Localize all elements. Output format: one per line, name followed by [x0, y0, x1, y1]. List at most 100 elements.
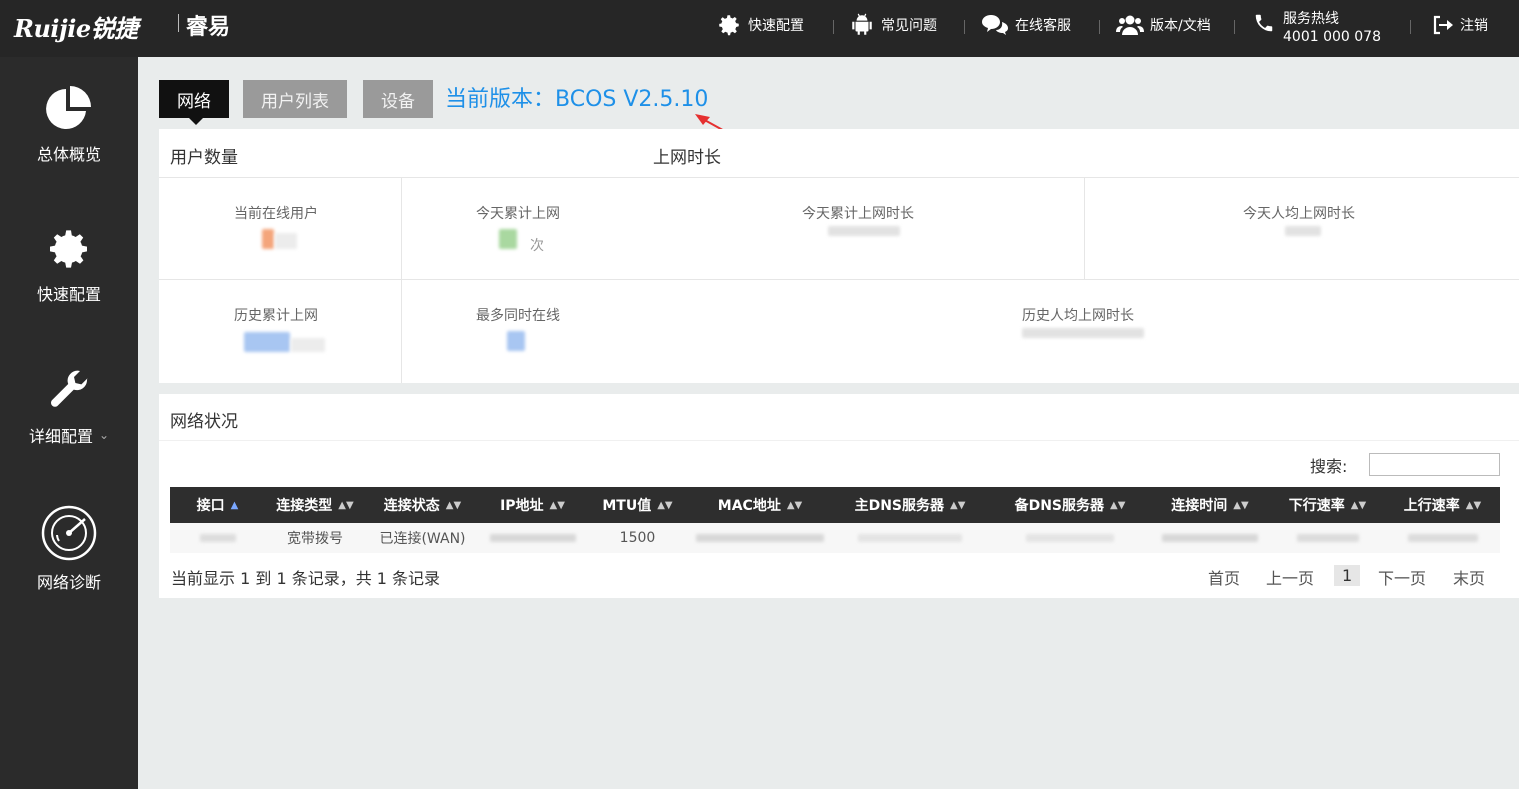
- sort-asc-icon: ▲: [230, 499, 239, 511]
- column-header-mtu[interactable]: MTU值 ▲▼: [585, 487, 690, 523]
- sidebar-item-detail-config[interactable]: 详细配置 ⌄: [0, 367, 138, 447]
- column-header-label: 连接时间: [1171, 498, 1228, 514]
- sort-icon: ▲▼: [549, 499, 565, 511]
- cell-interface: [170, 523, 265, 553]
- column-header-label: 备DNS服务器: [1014, 498, 1105, 514]
- logout-button[interactable]: 注销: [1430, 10, 1488, 40]
- gear-icon: [50, 230, 87, 268]
- column-header-label: 上行速率: [1403, 498, 1460, 514]
- nav-online-support[interactable]: 在线客服: [981, 10, 1071, 40]
- sidebar-item-overview[interactable]: 总体概览: [0, 85, 138, 165]
- stat-history-avg-label: 历史人均上网时长: [1022, 308, 1134, 324]
- pager-last[interactable]: 末页: [1453, 565, 1485, 589]
- sort-icon: ▲▼: [445, 499, 462, 511]
- hotline-number: 4001 000 078: [1283, 29, 1381, 45]
- network-status-title: 网络状况: [170, 412, 238, 432]
- sidebar-item-label: 网络诊断: [36, 573, 101, 592]
- current-version: 当前版本：BCOS V2.5.10: [445, 87, 709, 112]
- nav-divider: [1410, 20, 1411, 34]
- stat-history-access-label: 历史累计上网: [234, 308, 318, 324]
- stat-current-online-value: [262, 229, 274, 249]
- nav-divider: [1234, 20, 1235, 34]
- column-header-label: MTU值: [602, 498, 652, 514]
- stat-today-access-label: 今天累计上网: [476, 206, 560, 222]
- brand-sub-logo: 睿易: [186, 15, 231, 40]
- stat-history-access-value: [291, 338, 325, 352]
- stat-max-online-value: [507, 331, 525, 351]
- sort-icon: ▲▼: [1110, 499, 1126, 511]
- nav-divider: [833, 20, 834, 34]
- column-header-uplink[interactable]: 上行速率 ▲▼: [1385, 487, 1500, 523]
- nav-divider: [964, 20, 965, 34]
- tab-network[interactable]: 网络: [159, 80, 229, 125]
- pager-prev[interactable]: 上一页: [1266, 565, 1314, 589]
- search-input[interactable]: [1369, 453, 1500, 476]
- cell-uplink: [1385, 523, 1500, 553]
- search-label: 搜索:: [1310, 457, 1348, 476]
- user-count-heading: 用户数量: [170, 148, 238, 168]
- tab-user-list[interactable]: 用户列表: [243, 80, 347, 118]
- radar-icon: [41, 505, 97, 561]
- tab-device[interactable]: 设备: [363, 80, 433, 118]
- stat-history-avg-value: [1022, 328, 1144, 338]
- cell-primary-dns: [830, 523, 990, 553]
- main-content: 网络 用户列表 设备 当前版本：BCOS V2.5.10 用户数量 上网时长 当…: [138, 57, 1519, 789]
- pager-next[interactable]: 下一页: [1378, 565, 1426, 589]
- chat-icon: [982, 15, 1008, 35]
- column-header-label: 下行速率: [1288, 498, 1345, 514]
- nav-online-support-label: 在线客服: [1015, 18, 1071, 34]
- column-header-conn-status[interactable]: 连接状态 ▲▼: [365, 487, 480, 523]
- pager-first[interactable]: 首页: [1208, 565, 1240, 589]
- cell-secondary-dns: [990, 523, 1150, 553]
- table-row[interactable]: 宽带拨号 已连接(WAN) 1500: [170, 523, 1500, 553]
- stat-today-avg-value: [1285, 226, 1321, 236]
- column-header-mac[interactable]: MAC地址 ▲▼: [690, 487, 830, 523]
- table-header: 接口 ▲ 连接类型 ▲▼ 连接状态 ▲▼ IP地址 ▲▼ MTU值 ▲▼ MAC地址 ▲▼ …: [170, 487, 1500, 523]
- top-bar: Ruijie锐捷 睿易 快速配置 常见问题 在线客服 版本/文档 服务热线 40…: [0, 0, 1519, 57]
- nav-version-docs[interactable]: 版本/文档: [1116, 10, 1211, 40]
- column-header-label: MAC地址: [717, 498, 781, 514]
- online-time-heading: 上网时长: [653, 148, 721, 168]
- nav-faq[interactable]: 常见问题: [849, 10, 937, 40]
- stat-history-access-value: [244, 332, 290, 352]
- divider: [159, 279, 1519, 280]
- logo-divider: [178, 14, 179, 32]
- sort-icon: ▲▼: [950, 499, 966, 511]
- column-header-label: 连接类型: [276, 498, 333, 514]
- sidebar-item-label: 详细配置: [28, 427, 93, 446]
- nav-quick-config[interactable]: 快速配置: [716, 10, 804, 40]
- pager-current-page[interactable]: 1: [1334, 565, 1361, 586]
- phone-icon: [1255, 14, 1273, 32]
- sort-icon: ▲▼: [1350, 499, 1367, 511]
- sidebar-item-label: 快速配置: [36, 285, 101, 304]
- tab-network-label: 网络: [177, 91, 211, 112]
- column-header-conn-type[interactable]: 连接类型 ▲▼: [265, 487, 365, 523]
- column-header-interface[interactable]: 接口 ▲: [170, 487, 265, 523]
- stat-max-online-label: 最多同时在线: [476, 308, 560, 324]
- column-header-label: 接口: [196, 498, 225, 514]
- column-header-ip[interactable]: IP地址 ▲▼: [480, 487, 585, 523]
- pie-chart-icon: [46, 86, 91, 129]
- column-header-primary-dns[interactable]: 主DNS服务器 ▲▼: [830, 487, 990, 523]
- hotline-label: 服务热线: [1283, 11, 1339, 27]
- user-stats-card: 用户数量 上网时长 当前在线用户 今天累计上网 次 今天累计上网时长 今天人均上…: [159, 129, 1519, 383]
- wrench-icon: [51, 370, 88, 407]
- android-icon: [852, 13, 872, 35]
- sort-icon: ▲▼: [786, 499, 803, 511]
- sidebar: 总体概览 快速配置 详细配置 ⌄ 网络诊断: [0, 57, 138, 789]
- sidebar-item-diagnosis[interactable]: 网络诊断: [0, 505, 138, 593]
- stat-today-access-unit: 次: [530, 238, 544, 254]
- divider: [159, 440, 1519, 441]
- column-header-conn-time[interactable]: 连接时间 ▲▼: [1150, 487, 1270, 523]
- service-hotline: 服务热线 4001 000 078: [1253, 10, 1381, 46]
- logout-icon: [1433, 15, 1453, 35]
- sidebar-item-quick-config[interactable]: 快速配置: [0, 225, 138, 305]
- cell-conn-status: 已连接(WAN): [379, 531, 466, 547]
- cell-conn-type: 宽带拨号: [287, 531, 343, 547]
- stat-current-online-value: [275, 233, 297, 249]
- column-header-downlink[interactable]: 下行速率 ▲▼: [1270, 487, 1385, 523]
- chevron-down-icon: ⌄: [98, 428, 110, 442]
- users-icon: [1116, 15, 1144, 35]
- column-header-secondary-dns[interactable]: 备DNS服务器 ▲▼: [990, 487, 1150, 523]
- record-summary: 当前显示 1 到 1 条记录，共 1 条记录: [171, 569, 441, 588]
